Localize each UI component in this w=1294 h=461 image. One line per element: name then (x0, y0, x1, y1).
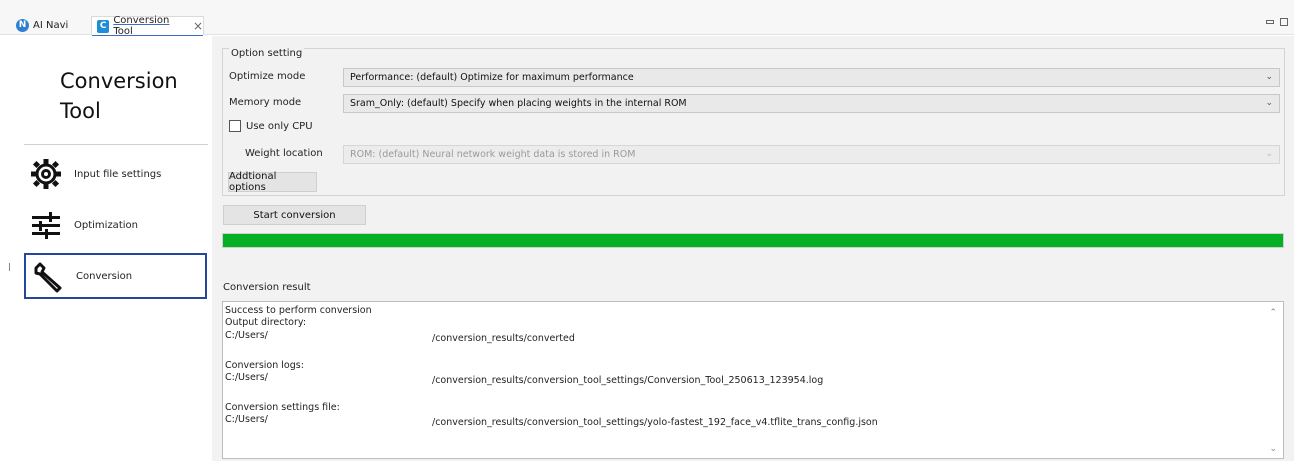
edge-marker (9, 263, 10, 271)
chevron-down-icon: ⌄ (1265, 72, 1273, 82)
conversion-progress-bar (222, 233, 1284, 248)
tab-bar: N AI Navi C Conversion Tool × (0, 0, 1294, 37)
weight-location-value: ROM: (default) Neural network weight dat… (350, 149, 636, 160)
start-conversion-button[interactable]: Start conversion (223, 205, 366, 225)
sidebar-item-input-file-settings[interactable]: Input file settings (24, 151, 207, 197)
window-controls (1266, 18, 1288, 26)
result-line: Output directory: (225, 317, 307, 328)
result-line: C:/Users/ (225, 330, 268, 341)
sidebar-item-label: Optimization (74, 219, 138, 231)
sliders-icon (28, 207, 64, 243)
checkbox-box[interactable] (229, 120, 241, 132)
sidebar-item-optimization[interactable]: Optimization (24, 202, 207, 248)
result-line: Conversion settings file: (225, 402, 340, 413)
memory-mode-value: Sram_Only: (default) Specify when placin… (350, 98, 687, 109)
result-line: /conversion_results/conversion_tool_sett… (432, 375, 824, 386)
minimize-icon[interactable] (1266, 20, 1274, 24)
wrench-icon (30, 258, 66, 294)
option-setting-legend: Option setting (229, 48, 305, 59)
optimize-mode-value: Performance: (default) Optimize for maxi… (350, 72, 634, 83)
result-line: C:/Users/ (225, 372, 268, 383)
use-only-cpu-label: Use only CPU (246, 120, 313, 132)
sidebar-item-conversion[interactable]: Conversion (24, 253, 207, 299)
sidebar-title-line2: Tool (60, 99, 101, 123)
result-line: Conversion logs: (225, 360, 304, 371)
scroll-down-icon[interactable]: ⌄ (1269, 444, 1277, 454)
sidebar-title-line1: Conversion (60, 69, 178, 93)
optimize-mode-label: Optimize mode (229, 71, 306, 82)
optimize-mode-select[interactable]: Performance: (default) Optimize for maxi… (343, 68, 1280, 87)
result-line: /conversion_results/conversion_tool_sett… (432, 417, 878, 428)
sidebar-item-label: Input file settings (74, 168, 162, 180)
conversion-result-textarea[interactable]: Success to perform conversion Output dir… (222, 301, 1284, 459)
tab-conversion-tool[interactable]: C Conversion Tool × (91, 15, 204, 37)
option-setting-group: Option setting Optimize mode Performance… (222, 48, 1285, 196)
sidebar-title: Conversion Tool (60, 66, 200, 126)
result-line: Success to perform conversion (225, 305, 372, 316)
gear-icon (28, 156, 64, 192)
scroll-up-icon[interactable]: ⌃ (1269, 308, 1277, 318)
weight-location-label: Weight location (245, 148, 323, 159)
additional-options-button[interactable]: Addtional options (228, 171, 317, 193)
result-line: C:/Users/ (225, 414, 268, 425)
ai-navi-icon: N (16, 18, 29, 32)
tab-ai-navi[interactable]: N AI Navi (16, 16, 68, 34)
tab-conversion-tool-label: Conversion Tool (113, 15, 170, 37)
sidebar: Conversion Tool Input file settings Opti… (0, 36, 212, 461)
conversion-result-label: Conversion result (223, 282, 311, 293)
chevron-down-icon: ⌄ (1265, 149, 1273, 159)
tab-ai-navi-label: AI Navi (33, 19, 69, 31)
sidebar-divider (24, 144, 208, 145)
main-panel: Option setting Optimize mode Performance… (212, 36, 1294, 461)
memory-mode-label: Memory mode (229, 97, 302, 108)
weight-location-select[interactable]: ROM: (default) Neural network weight dat… (343, 145, 1280, 164)
maximize-icon[interactable] (1280, 18, 1288, 26)
sidebar-item-label: Conversion (76, 270, 133, 282)
conversion-tool-icon: C (97, 19, 110, 33)
memory-mode-select[interactable]: Sram_Only: (default) Specify when placin… (343, 94, 1280, 113)
chevron-down-icon: ⌄ (1265, 98, 1273, 108)
close-icon[interactable]: × (193, 19, 203, 33)
use-only-cpu-checkbox[interactable]: Use only CPU (229, 120, 313, 132)
result-line: /conversion_results/converted (432, 333, 575, 344)
progress-fill (223, 234, 1283, 247)
